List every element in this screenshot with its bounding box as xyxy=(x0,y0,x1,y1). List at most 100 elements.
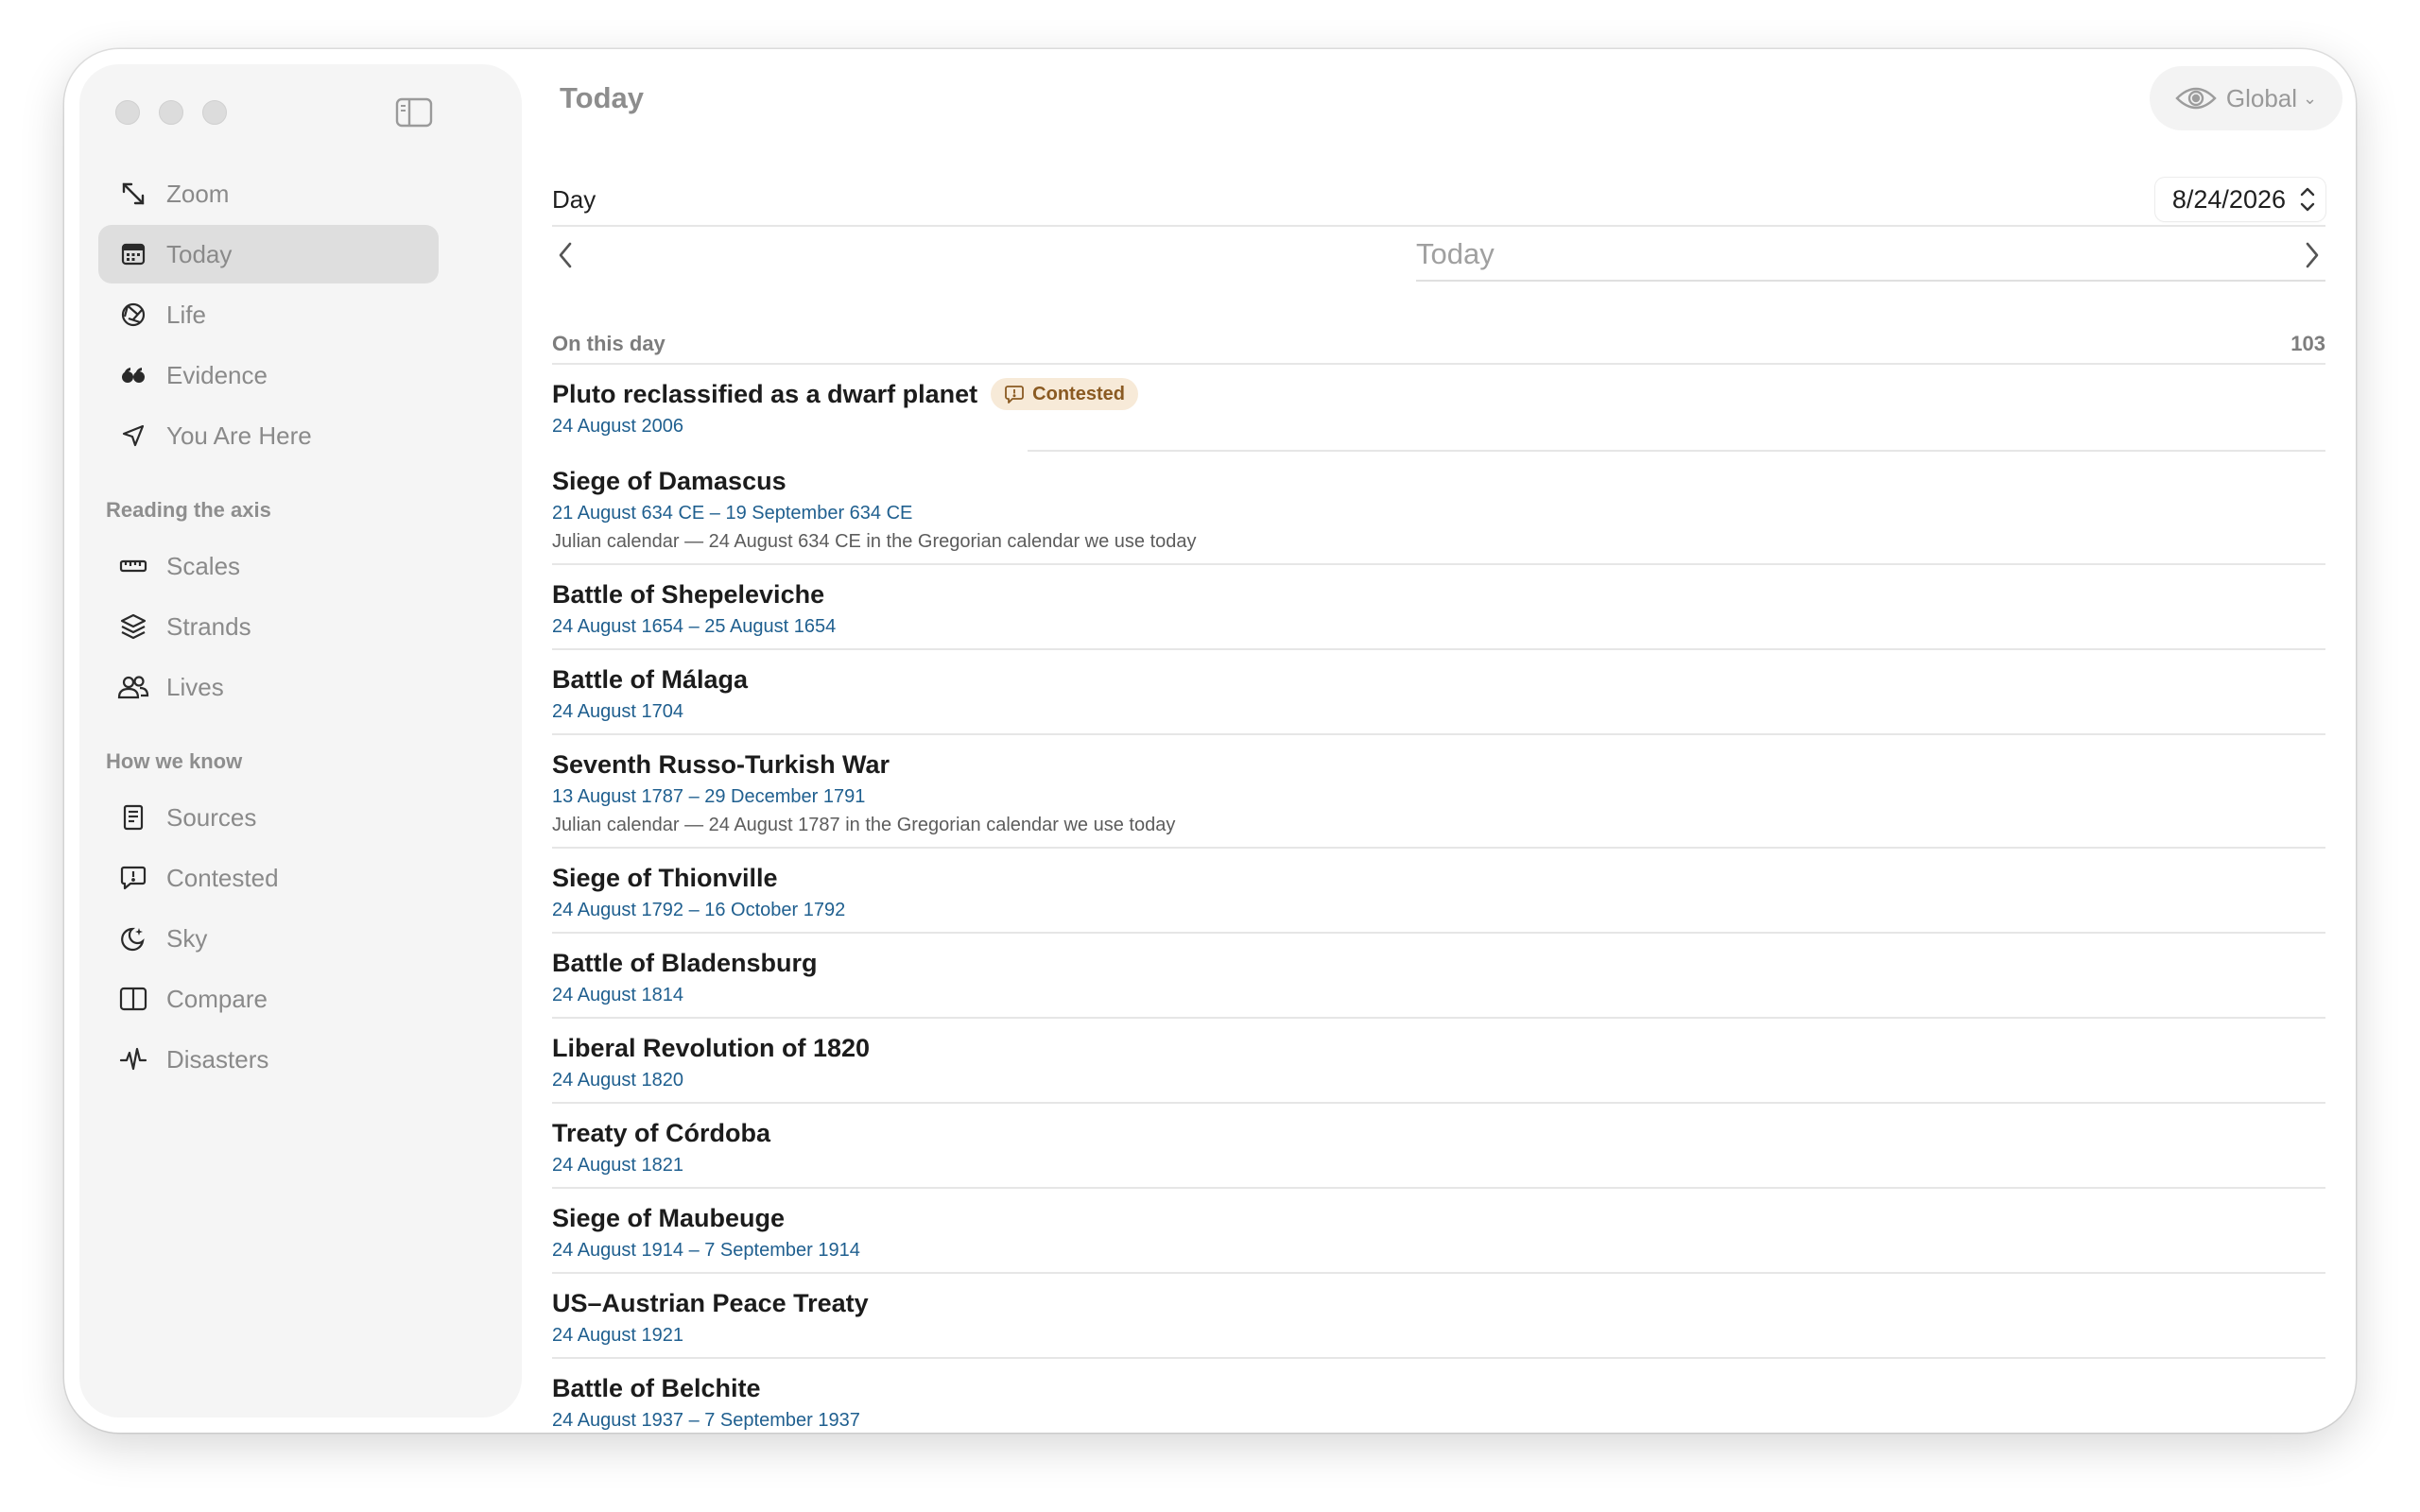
sidebar-item-label: You Are Here xyxy=(166,421,312,450)
location-arrow-icon xyxy=(117,420,149,452)
sidebar-item-compare[interactable]: Compare xyxy=(98,970,439,1028)
event-title: Siege of Maubeuge xyxy=(552,1203,786,1232)
layers-icon xyxy=(117,610,149,643)
date-field[interactable]: 8/24/2026 xyxy=(2154,178,2325,221)
sidebar-item-label: Contested xyxy=(166,863,279,892)
page-title: Today xyxy=(560,81,644,114)
list-item[interactable]: Battle of Shepeleviche 24 August 1654 – … xyxy=(552,565,2325,650)
event-title: Battle of Belchite xyxy=(552,1373,761,1402)
sidebar-item-label: Scales xyxy=(166,551,241,580)
chevron-right-icon xyxy=(2306,242,2319,268)
list-item[interactable]: Siege of Thionville 24 August 1792 – 16 … xyxy=(552,849,2325,934)
close-window-button[interactable] xyxy=(115,100,140,125)
next-day-button[interactable] xyxy=(2299,238,2325,272)
event-note: Julian calendar — 24 August 1787 in the … xyxy=(552,815,1176,835)
main-content: Today Global ⌄ Day 8/24/2026 Today On th… xyxy=(522,49,2356,1433)
sidebar-item-label: Lives xyxy=(166,672,224,701)
previous-day-button[interactable] xyxy=(552,238,579,272)
event-date: 24 August 1704 xyxy=(552,701,684,722)
ruler-icon xyxy=(117,550,149,582)
scope-menu-button[interactable]: Global ⌄ xyxy=(2150,66,2342,130)
event-title: Seventh Russo-Turkish War xyxy=(552,749,890,779)
event-title: Treaty of Córdoba xyxy=(552,1118,771,1147)
sidebar-nav: Zoom Today Life Evidence You Are Here Re… xyxy=(98,164,439,1089)
sidebar-item-scales[interactable]: Scales xyxy=(98,537,439,595)
calendar-icon xyxy=(117,238,149,270)
sidebar: Zoom Today Life Evidence You Are Here Re… xyxy=(79,64,522,1418)
sidebar-item-contested[interactable]: Contested xyxy=(98,849,439,907)
sidebar-item-sky[interactable]: Sky xyxy=(98,909,439,968)
people-icon xyxy=(117,671,149,703)
sidebar-item-zoom[interactable]: Zoom xyxy=(98,164,439,223)
event-title: Pluto reclassified as a dwarf planet xyxy=(552,379,978,408)
window-controls xyxy=(115,100,227,125)
sidebar-item-you-are-here[interactable]: You Are Here xyxy=(98,406,439,465)
book-icon xyxy=(117,801,149,833)
event-date: 24 August 2006 xyxy=(552,416,684,437)
moon-stars-icon xyxy=(117,922,149,954)
sidebar-item-label: Sky xyxy=(166,923,208,953)
list-item[interactable]: Seventh Russo-Turkish War 13 August 1787… xyxy=(552,735,2325,849)
sidebar-item-evidence[interactable]: Evidence xyxy=(98,346,439,404)
list-item[interactable]: Pluto reclassified as a dwarf planet Con… xyxy=(552,365,2325,452)
sidebar-item-life[interactable]: Life xyxy=(98,285,439,344)
sidebar-item-sources[interactable]: Sources xyxy=(98,788,439,847)
sidebar-item-label: Compare xyxy=(166,984,268,1013)
event-date: 24 August 1921 xyxy=(552,1325,684,1346)
waveform-icon xyxy=(117,1043,149,1075)
contested-badge[interactable]: Contested xyxy=(991,378,1138,410)
today-field[interactable]: Today xyxy=(1416,229,2325,282)
event-title: Battle of Shepeleviche xyxy=(552,579,825,609)
sidebar-item-disasters[interactable]: Disasters xyxy=(98,1030,439,1089)
sidebar-item-label: Strands xyxy=(166,611,251,641)
section-heading-know: How we know xyxy=(106,749,243,773)
event-list: Pluto reclassified as a dwarf planet Con… xyxy=(552,363,2325,1433)
chevron-down-icon: ⌄ xyxy=(2303,88,2318,108)
list-item[interactable]: Battle of Málaga 24 August 1704 xyxy=(552,650,2325,735)
chevron-left-icon xyxy=(559,242,572,268)
sidebar-item-label: Sources xyxy=(166,802,257,832)
event-date: 24 August 1792 – 16 October 1792 xyxy=(552,900,846,920)
list-item[interactable]: Battle of Bladensburg 24 August 1814 xyxy=(552,934,2325,1019)
event-date: 21 August 634 CE – 19 September 634 CE xyxy=(552,503,913,524)
event-note: Julian calendar — 24 August 634 CE in th… xyxy=(552,531,1197,552)
event-title: Battle of Málaga xyxy=(552,664,749,694)
app-window: Zoom Today Life Evidence You Are Here Re… xyxy=(64,49,2356,1433)
sidebar-item-lives[interactable]: Lives xyxy=(98,658,439,716)
list-item[interactable]: Liberal Revolution of 1820 24 August 182… xyxy=(552,1019,2325,1104)
event-date: 24 August 1821 xyxy=(552,1155,684,1176)
zoom-window-button[interactable] xyxy=(202,100,227,125)
event-date: 24 August 1814 xyxy=(552,985,684,1005)
sidebar-item-label: Disasters xyxy=(166,1044,269,1074)
minimize-window-button[interactable] xyxy=(159,100,183,125)
list-item[interactable]: Siege of Damascus 21 August 634 CE – 19 … xyxy=(552,452,2325,565)
day-picker-row: Day 8/24/2026 xyxy=(552,178,2325,221)
date-value[interactable]: 8/24/2026 xyxy=(2172,185,2286,215)
divider xyxy=(552,225,2325,227)
sidebar-item-label: Today xyxy=(166,239,233,268)
event-date: 24 August 1820 xyxy=(552,1070,684,1091)
sidebar-item-today[interactable]: Today xyxy=(98,225,439,284)
badge-label: Contested xyxy=(1032,383,1125,404)
event-title: Liberal Revolution of 1820 xyxy=(552,1033,871,1062)
sidebar-toggle-icon[interactable] xyxy=(395,96,433,129)
today-label: Today xyxy=(1416,237,1495,270)
list-item[interactable]: Treaty of Córdoba 24 August 1821 xyxy=(552,1104,2325,1189)
sidebar-item-label: Life xyxy=(166,300,206,329)
event-date: 24 August 1914 – 7 September 1914 xyxy=(552,1240,860,1261)
list-item[interactable]: US–Austrian Peace Treaty 24 August 1921 xyxy=(552,1274,2325,1359)
date-stepper[interactable] xyxy=(2299,184,2316,215)
speech-bubble-icon xyxy=(1005,386,1025,404)
arrows-diagonal-icon xyxy=(117,178,149,210)
list-item[interactable]: Siege of Maubeuge 24 August 1914 – 7 Sep… xyxy=(552,1189,2325,1274)
list-item[interactable]: Battle of Belchite 24 August 1937 – 7 Se… xyxy=(552,1359,2325,1433)
scope-label: Global xyxy=(2225,83,2298,112)
sidebar-item-strands[interactable]: Strands xyxy=(98,597,439,656)
list-header: On this day 103 xyxy=(552,325,2325,363)
event-date: 13 August 1787 – 29 December 1791 xyxy=(552,786,866,807)
event-date: 24 August 1937 – 7 September 1937 xyxy=(552,1410,860,1431)
day-pager: Today xyxy=(552,229,2325,285)
event-count: 103 xyxy=(2290,332,2325,355)
stepper-arrows-icon[interactable] xyxy=(2299,184,2316,215)
speech-bubble-icon xyxy=(117,862,149,894)
